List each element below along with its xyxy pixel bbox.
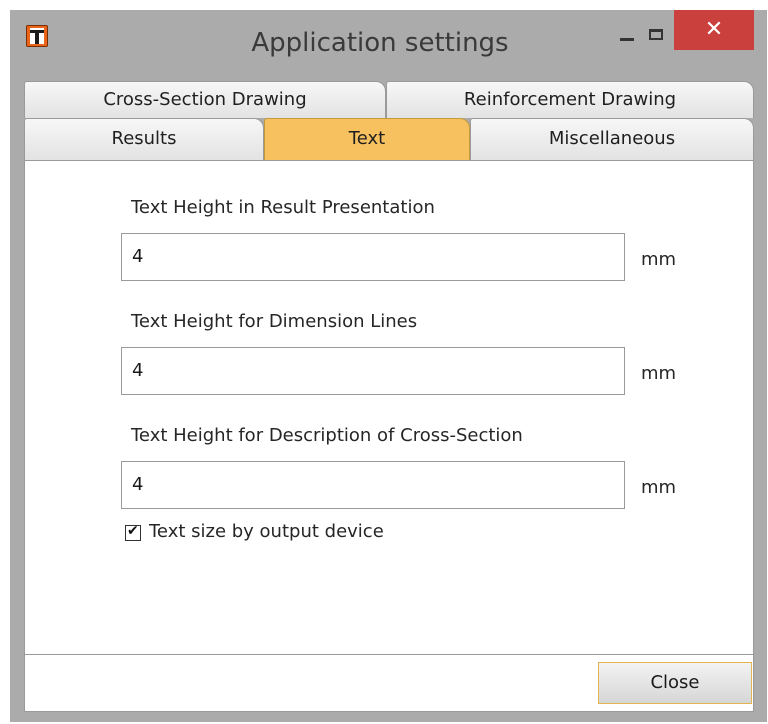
unit-label: mm (641, 249, 677, 270)
field-label: Text Height in Result Presentation (131, 197, 435, 218)
tab-label: Results (111, 128, 177, 149)
text-height-dimension-input[interactable]: 4 (121, 347, 625, 395)
close-button[interactable]: Close (598, 662, 752, 704)
title-bar[interactable]: Application settings ✕ (10, 10, 767, 81)
dialog-footer: Close (24, 655, 754, 712)
text-size-by-device-checkbox[interactable]: ✔ (125, 523, 141, 541)
field-label: Text Height for Dimension Lines (131, 311, 418, 332)
close-icon: ✕ (704, 17, 724, 42)
text-height-result-input[interactable]: 4 (121, 233, 625, 281)
tab-label: Cross-Section Drawing (103, 89, 307, 110)
window-title: Application settings (251, 28, 509, 58)
field-label: Text Height for Description of Cross-Sec… (131, 425, 523, 446)
maximize-icon (649, 29, 663, 40)
tab-cross-section-drawing[interactable]: Cross-Section Drawing (24, 81, 386, 118)
tab-results[interactable]: Results (24, 118, 264, 160)
app-t-icon (26, 25, 48, 47)
unit-label: mm (641, 477, 677, 498)
tab-text[interactable]: Text (264, 118, 470, 160)
tab-content-panel: Text Height in Result Presentation 4 mm … (24, 160, 754, 655)
tab-reinforcement-drawing[interactable]: Reinforcement Drawing (386, 81, 754, 118)
maximize-button[interactable] (638, 16, 678, 46)
minimize-icon (620, 38, 634, 41)
settings-window: Application settings ✕ Cross-Section Dra… (10, 10, 767, 722)
checkbox-label[interactable]: Text size by output device (149, 521, 384, 542)
checkmark-icon: ✔ (127, 523, 139, 539)
tab-row-1: Cross-Section Drawing Reinforcement Draw… (24, 81, 754, 118)
tab-label: Text (348, 128, 386, 149)
tab-label: Reinforcement Drawing (463, 89, 677, 110)
tab-miscellaneous[interactable]: Miscellaneous (470, 118, 754, 160)
close-window-button[interactable]: ✕ (674, 10, 754, 50)
tab-row-2: Results Text Miscellaneous (24, 118, 754, 160)
text-height-description-input[interactable]: 4 (121, 461, 625, 509)
tab-label: Miscellaneous (548, 128, 676, 149)
unit-label: mm (641, 363, 677, 384)
